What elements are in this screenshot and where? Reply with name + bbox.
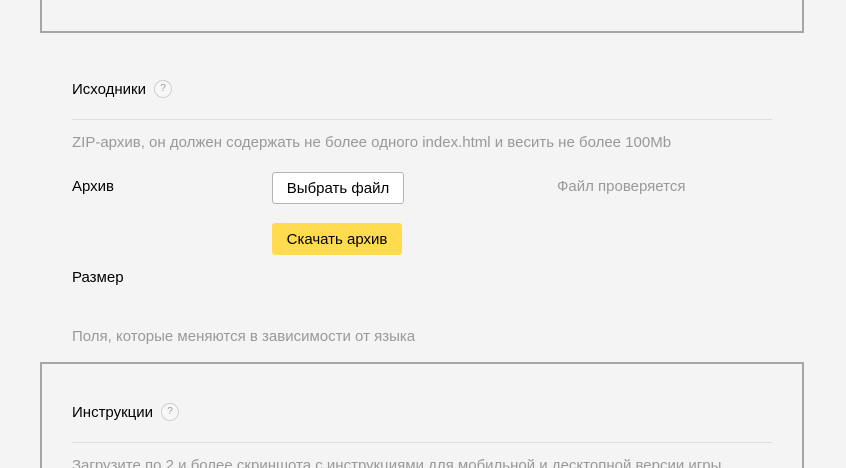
sources-hint: ZIP-архив, он должен содержать не более … xyxy=(72,134,672,151)
language-fields-note: Поля, которые меняются в зависимости от … xyxy=(72,328,416,345)
sources-divider xyxy=(72,119,772,120)
archive-label: Архив xyxy=(72,178,115,195)
instructions-hint: Загрузите по 2 и более скриншота с инстр… xyxy=(72,457,722,468)
instructions-divider xyxy=(72,442,772,443)
instructions-title-text: Инструкции xyxy=(72,403,154,421)
previous-section-frame xyxy=(40,0,804,33)
question-icon[interactable]: ? xyxy=(153,80,172,98)
size-label: Размер xyxy=(72,269,124,286)
instructions-section-title: Инструкции ? xyxy=(72,403,180,421)
sources-section-title: Исходники ? xyxy=(72,80,172,98)
page: Исходники ? ZIP-архив, он должен содержа… xyxy=(0,0,846,468)
sources-title-text: Исходники xyxy=(72,80,146,98)
download-archive-button[interactable]: Скачать архив xyxy=(272,223,402,255)
choose-file-button[interactable]: Выбрать файл xyxy=(272,172,404,204)
file-status-text: Файл проверяется xyxy=(557,178,686,195)
question-icon[interactable]: ? xyxy=(161,403,180,421)
